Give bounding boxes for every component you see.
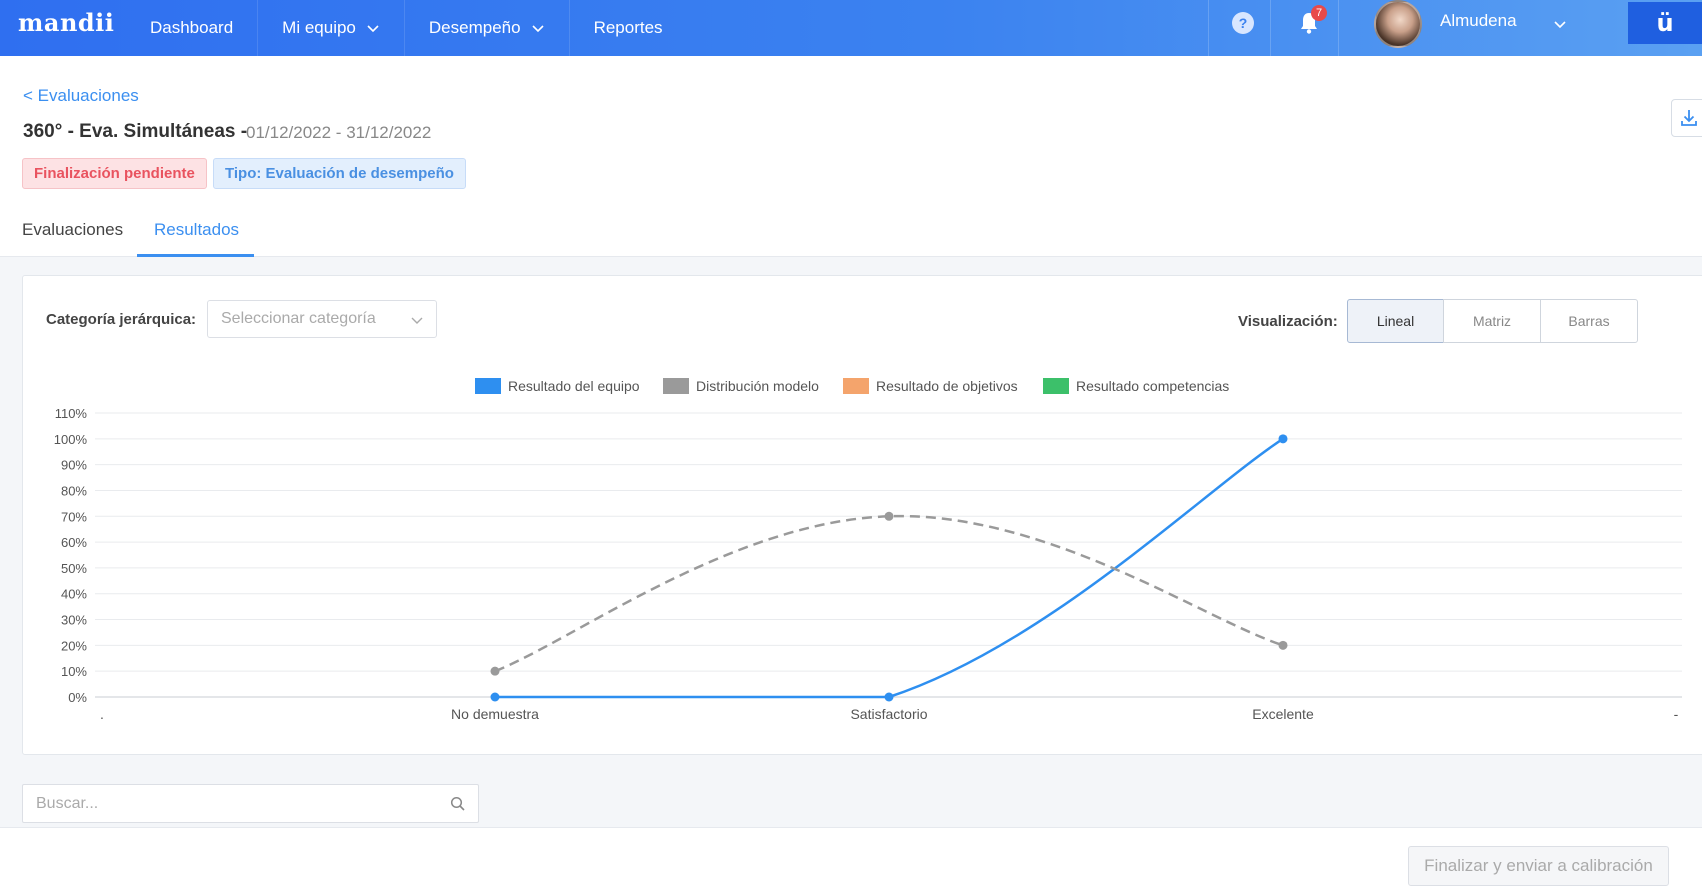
legend-label: Resultado del equipo (508, 378, 640, 394)
legend-label: Resultado competencias (1076, 378, 1229, 394)
data-point (490, 666, 500, 676)
page-dates: 01/12/2022 - 31/12/2022 (246, 123, 432, 142)
legend-swatch (843, 378, 869, 394)
x-tick-label: Satisfactorio (850, 706, 927, 722)
nav-reportes-label: Reportes (593, 18, 663, 37)
search-field[interactable] (22, 784, 479, 823)
nav-dashboard-label: Dashboard (150, 18, 234, 37)
category-select[interactable]: Seleccionar categoría (207, 300, 437, 338)
results-line-chart: 0% 10% 20% 30% 40% 50% 60% 70% 80% 90% 100% 110%. No… (54, 378, 1682, 722)
y-tick-label: 60% (61, 535, 87, 550)
x-tick-label: No demuestra (451, 706, 539, 722)
help-icon[interactable]: ? (1232, 12, 1254, 34)
legend-label: Resultado de objetivos (876, 378, 1018, 394)
nav-mi-equipo-label: Mi equipo (282, 18, 356, 37)
chevron-down-icon (367, 25, 379, 33)
navbar-divider (1208, 0, 1209, 56)
notification-badge: 7 (1311, 5, 1327, 21)
brand-button[interactable]: ü (1628, 2, 1702, 44)
top-navbar: mandii Dashboard Mi equipo Desempeño Rep… (0, 0, 1702, 56)
search-input[interactable] (23, 785, 423, 822)
y-tick-label: 20% (61, 638, 87, 653)
y-tick-label: 0% (68, 690, 87, 705)
view-lineal-button[interactable]: Lineal (1347, 299, 1444, 343)
y-tick-label: 40% (61, 587, 87, 602)
view-matriz-button[interactable]: Matriz (1443, 299, 1541, 343)
nav-desempeno[interactable]: Desempeño (405, 0, 570, 56)
type-badge: Tipo: Evaluación de desempeño (213, 158, 466, 189)
app-logo[interactable]: mandii (18, 8, 114, 37)
download-button[interactable] (1671, 99, 1702, 137)
x-tick-label: . (100, 706, 104, 722)
navbar-divider (1338, 0, 1339, 56)
user-name[interactable]: Almudena (1440, 11, 1517, 31)
chevron-down-icon[interactable] (1553, 17, 1567, 31)
navbar-divider (1270, 0, 1271, 56)
nav-dashboard[interactable]: Dashboard (126, 0, 259, 56)
x-tick-label: - (1674, 706, 1679, 722)
nav-reportes[interactable]: Reportes (570, 0, 687, 56)
data-point (1278, 640, 1288, 650)
tabs: Evaluaciones Resultados (0, 210, 1702, 257)
chevron-down-icon (411, 317, 423, 324)
finalize-button[interactable]: Finalizar y enviar a calibración (1408, 846, 1669, 886)
category-placeholder: Seleccionar categoría (221, 310, 376, 327)
category-label: Categoría jerárquica: (46, 311, 197, 328)
back-link[interactable]: < Evaluaciones (23, 86, 139, 106)
chevron-down-icon (531, 25, 544, 33)
main-nav: Dashboard Mi equipo Desempeño Reportes (126, 0, 687, 56)
avatar[interactable] (1374, 0, 1422, 48)
visualization-label: Visualización: (1238, 313, 1338, 330)
legend-swatch (663, 378, 689, 394)
y-tick-label: 10% (61, 664, 87, 679)
view-barras-button[interactable]: Barras (1540, 299, 1638, 343)
y-tick-label: 50% (61, 561, 87, 576)
y-tick-label: 90% (61, 458, 87, 473)
data-point (884, 511, 894, 521)
download-icon (1681, 110, 1697, 126)
y-tick-label: 30% (61, 613, 87, 628)
y-tick-label: 110% (55, 406, 88, 421)
tab-resultados[interactable]: Resultados (154, 220, 239, 240)
legend-label: Distribución modelo (696, 378, 819, 394)
nav-mi-equipo[interactable]: Mi equipo (258, 0, 405, 56)
status-badge: Finalización pendiente (22, 158, 207, 189)
data-point (490, 692, 500, 702)
data-point (1278, 434, 1288, 444)
tab-evaluaciones[interactable]: Evaluaciones (22, 220, 123, 240)
data-point (884, 692, 894, 702)
legend-swatch (1043, 378, 1069, 394)
y-tick-label: 80% (61, 483, 87, 498)
y-tick-label: 100% (54, 432, 88, 447)
search-icon[interactable] (450, 796, 466, 812)
y-tick-label: 70% (61, 509, 87, 524)
nav-desempeno-label: Desempeño (428, 18, 521, 37)
x-tick-label: Excelente (1252, 706, 1314, 722)
page-title: 360° - Eva. Simultáneas - (23, 121, 248, 142)
legend-swatch (475, 378, 501, 394)
